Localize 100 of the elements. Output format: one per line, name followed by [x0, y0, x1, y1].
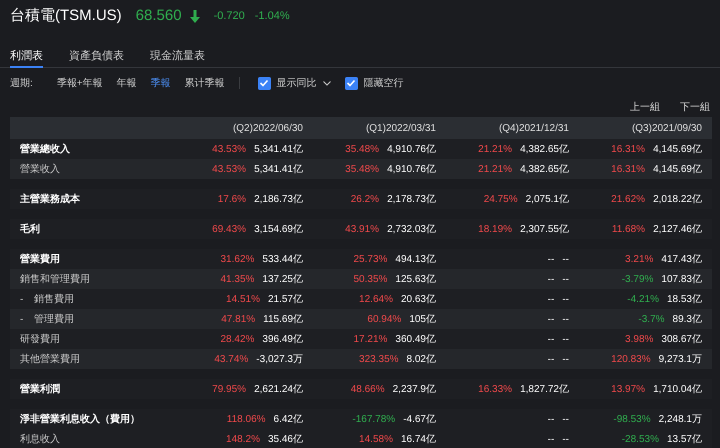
- row-label: 管理費用: [34, 312, 74, 326]
- value-cell-text: -4.67亿: [403, 412, 436, 426]
- growth-rate: --: [548, 292, 554, 306]
- growth-rate: --: [548, 332, 554, 346]
- period-option[interactable]: 季報: [150, 76, 171, 90]
- value-cell-text: 396.49亿: [262, 332, 303, 346]
- value-cell-text: 20.63亿: [400, 292, 436, 306]
- growth-rate: 43.91%: [345, 222, 380, 236]
- row-label: 營業費用: [20, 252, 60, 266]
- growth-rate: -3.79%: [622, 272, 654, 286]
- growth-rate: 16.31%: [611, 162, 646, 176]
- checkbox[interactable]: [258, 76, 271, 90]
- growth-rate: 60.94%: [367, 312, 402, 326]
- growth-rate: 21.21%: [478, 142, 512, 156]
- pager-link[interactable]: 下一組: [680, 100, 710, 114]
- growth-rate: 3.98%: [625, 332, 654, 346]
- growth-rate: 148.2%: [226, 432, 260, 446]
- value-cell-text: 115.69亿: [263, 312, 303, 326]
- growth-rate: 79.95%: [212, 382, 246, 396]
- growth-rate: 31.62%: [220, 252, 254, 266]
- value-cell-text: 417.43亿: [661, 252, 702, 266]
- column-header: (Q3)2021/09/30: [630, 122, 703, 136]
- value-cell-text: --: [562, 312, 569, 326]
- growth-rate: -167.78%: [352, 412, 396, 426]
- value-cell-text: -3,027.3万: [256, 352, 303, 366]
- growth-rate: 43.74%: [214, 352, 248, 366]
- value-cell-text: 2,237.9亿: [392, 382, 436, 396]
- stock-name: 台積電(TSM.US): [10, 6, 122, 26]
- chevron-down-icon[interactable]: [322, 80, 331, 86]
- growth-rate: 11.68%: [612, 222, 646, 236]
- value-cell-text: 105亿: [409, 312, 436, 326]
- pager-link[interactable]: 上一組: [630, 100, 660, 114]
- row-label: 毛利: [20, 222, 40, 236]
- growth-rate: 26.2%: [350, 192, 380, 206]
- growth-rate: 16.33%: [478, 382, 512, 396]
- growth-rate: 17.6%: [218, 192, 246, 206]
- value-cell-text: 2,248.1万: [658, 412, 702, 426]
- tab[interactable]: 現金流量表: [150, 44, 205, 68]
- value-cell-text: 2,307.55亿: [520, 222, 569, 236]
- growth-rate: -98.53%: [613, 412, 651, 426]
- value-cell-text: 2,018.22亿: [653, 192, 702, 206]
- column-header: (Q2)2022/06/30: [232, 122, 304, 136]
- growth-rate: 35.48%: [345, 162, 380, 176]
- column-header: (Q1)2022/03/31: [364, 122, 437, 136]
- period-option[interactable]: 累计季報: [184, 76, 225, 90]
- period-label: 週期:: [10, 76, 33, 90]
- value-cell-text: 1,827.72亿: [520, 382, 569, 396]
- growth-rate: 120.83%: [611, 352, 651, 366]
- row-label: 主營業務成本: [20, 192, 80, 206]
- value-cell-text: 1,710.04亿: [653, 382, 702, 396]
- growth-rate: --: [548, 312, 554, 326]
- stock-price: 68.560: [136, 6, 182, 26]
- growth-rate: -4.21%: [627, 292, 659, 306]
- value-cell-text: --: [562, 272, 569, 286]
- bullet: -: [20, 312, 24, 326]
- tab[interactable]: 利潤表: [10, 44, 43, 68]
- growth-rate: --: [548, 412, 554, 426]
- growth-rate: 43.53%: [212, 142, 246, 156]
- value-cell-text: 2,621.24亿: [254, 382, 303, 396]
- growth-rate: 13.97%: [611, 382, 646, 396]
- value-cell-text: 4,382.65亿: [520, 142, 569, 156]
- growth-rate: 21.21%: [478, 162, 512, 176]
- growth-rate: 21.62%: [611, 192, 646, 206]
- growth-rate: 16.31%: [611, 142, 646, 156]
- value-cell-text: 18.53亿: [666, 292, 702, 306]
- growth-rate: 69.43%: [212, 222, 246, 236]
- bullet: -: [20, 292, 24, 306]
- value-cell-text: 2,732.03亿: [387, 222, 436, 236]
- growth-rate: --: [548, 432, 554, 446]
- growth-rate: 25.73%: [353, 252, 388, 266]
- value-cell-text: 21.57亿: [268, 292, 303, 306]
- period-option[interactable]: 季報+年報: [56, 76, 103, 90]
- value-cell-text: --: [562, 352, 569, 366]
- period-option[interactable]: 年報: [116, 76, 137, 90]
- growth-rate: --: [548, 252, 554, 266]
- growth-rate: --: [548, 352, 554, 366]
- value-cell-text: --: [562, 292, 569, 306]
- growth-rate: 14.58%: [359, 432, 393, 446]
- growth-rate: 24.75%: [484, 192, 518, 206]
- checkbox[interactable]: [344, 76, 358, 90]
- value-cell-text: 2,186.73亿: [254, 192, 303, 206]
- value-cell-text: 13.57亿: [666, 432, 702, 446]
- value-cell-text: 107.83亿: [661, 272, 702, 286]
- value-cell-text: 533.44亿: [262, 252, 303, 266]
- growth-rate: --: [548, 272, 554, 286]
- growth-rate: 35.48%: [345, 142, 380, 156]
- value-cell-text: 4,145.69亿: [653, 162, 702, 176]
- value-cell-text: 2,075.1亿: [526, 192, 569, 206]
- value-cell-text: --: [562, 412, 569, 426]
- value-cell-text: 9,273.1万: [658, 352, 702, 366]
- value-cell-text: --: [562, 332, 569, 346]
- value-cell-text: 5,341.41亿: [254, 142, 303, 156]
- tab[interactable]: 資產負債表: [69, 44, 124, 68]
- growth-rate: 18.19%: [478, 222, 512, 236]
- value-cell-text: --: [562, 432, 569, 446]
- growth-rate: 3.21%: [625, 252, 654, 266]
- value-cell-text: 137.25亿: [262, 272, 303, 286]
- row-label: 淨非營業利息收入（費用）: [20, 412, 140, 426]
- value-cell-text: 4,910.76亿: [387, 162, 436, 176]
- value-cell-text: 125.63亿: [395, 272, 436, 286]
